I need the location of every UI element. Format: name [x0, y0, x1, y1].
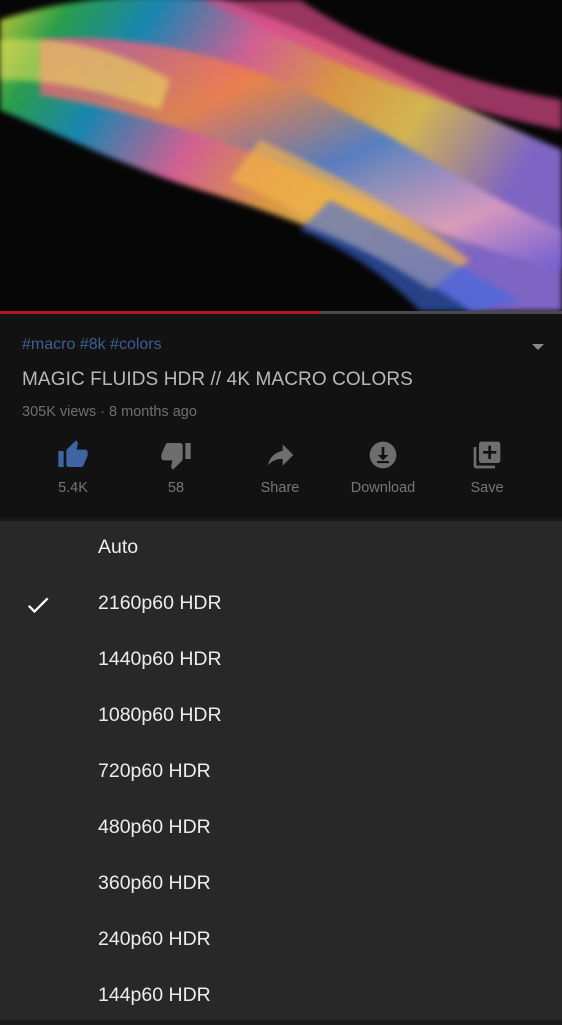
share-label: Share [260, 480, 300, 496]
video-action-bar: 5.4K 58 Share Download Save [0, 439, 562, 499]
quality-option-label: 2160p60 HDR [98, 592, 222, 614]
thumb-up-icon [58, 440, 88, 467]
quality-option-label: Auto [98, 536, 139, 558]
share-button[interactable]: Share [225, 439, 335, 496]
add-to-playlist-icon [473, 441, 501, 469]
quality-option-144p60-hdr[interactable]: 144p60 HDR [0, 969, 562, 1025]
quality-option-label: 720p60 HDR [98, 760, 211, 782]
quality-menu-sheet: Auto 2160p60 HDR 1440p60 HDR 1080p60 HDR… [0, 521, 562, 1024]
like-button[interactable]: 5.4K [18, 439, 128, 496]
quality-option-2160p60-hdr[interactable]: 2160p60 HDR [0, 577, 562, 633]
quality-option-label: 1440p60 HDR [98, 648, 222, 670]
quality-option-1440p60-hdr[interactable]: 1440p60 HDR [0, 633, 562, 689]
video-frame-thumbnail [0, 0, 562, 311]
quality-option-label: 240p60 HDR [98, 928, 211, 950]
video-info-panel: #macro #8k #colors MAGIC FLUIDS HDR // 4… [0, 314, 562, 518]
download-button[interactable]: Download [328, 439, 438, 496]
quality-option-240p60-hdr[interactable]: 240p60 HDR [0, 913, 562, 969]
quality-option-auto[interactable]: Auto [0, 521, 562, 577]
video-player[interactable] [0, 0, 562, 311]
share-icon [268, 444, 294, 466]
thumb-down-icon [161, 443, 191, 470]
save-button[interactable]: Save [432, 439, 542, 496]
dislike-button[interactable]: 58 [121, 439, 231, 496]
video-title: MAGIC FLUIDS HDR // 4K MACRO COLORS [22, 369, 413, 390]
video-views-and-date: 305K views · 8 months ago [22, 404, 197, 420]
quality-option-480p60-hdr[interactable]: 480p60 HDR [0, 801, 562, 857]
quality-option-720p60-hdr[interactable]: 720p60 HDR [0, 745, 562, 801]
quality-option-label: 480p60 HDR [98, 816, 211, 838]
checkmark-icon [27, 597, 49, 614]
save-label: Save [470, 480, 504, 496]
quality-option-label: 1080p60 HDR [98, 704, 222, 726]
download-label: Download [350, 480, 416, 496]
quality-option-label: 144p60 HDR [98, 984, 211, 1006]
download-icon [369, 441, 397, 469]
sheet-bottom-edge [0, 1020, 562, 1024]
quality-option-360p60-hdr[interactable]: 360p60 HDR [0, 857, 562, 913]
dislike-count: 58 [167, 480, 185, 496]
quality-option-label: 360p60 HDR [98, 872, 211, 894]
quality-option-1080p60-hdr[interactable]: 1080p60 HDR [0, 689, 562, 745]
expand-description-icon[interactable] [532, 344, 544, 350]
like-count: 5.4K [58, 480, 88, 496]
video-hashtags[interactable]: #macro #8k #colors [22, 336, 162, 354]
